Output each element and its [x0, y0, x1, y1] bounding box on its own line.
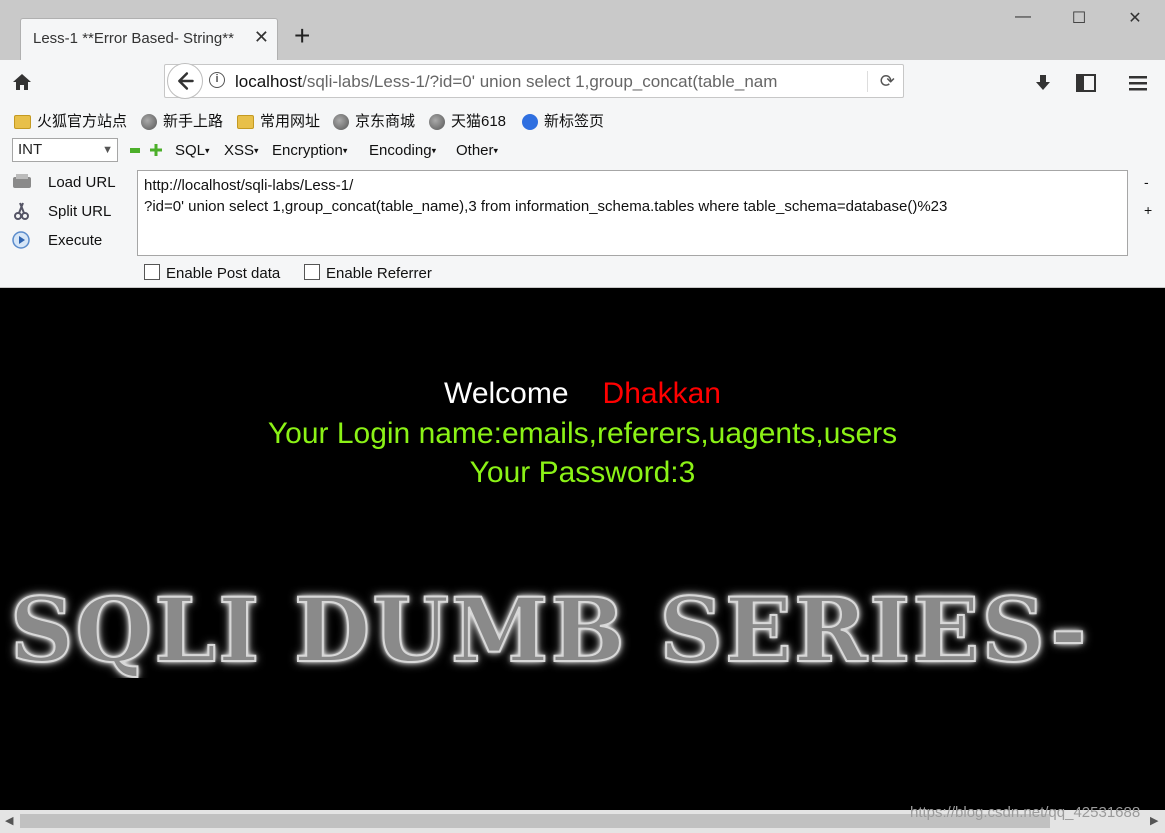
folder-icon [14, 115, 31, 130]
menu-other[interactable]: Other▾ [456, 142, 498, 159]
scissors-icon [14, 202, 29, 220]
enable-post-checkbox[interactable]: Enable Post data [144, 264, 280, 282]
navigation-bar: i localhost/sqli-labs/Less-1/?id=0' unio… [0, 60, 1165, 104]
password-result: Your Password:3 [469, 456, 696, 489]
increase-icon[interactable] [150, 144, 162, 156]
bookmark-firefox-official[interactable]: 火狐官方站点 [14, 110, 127, 131]
scroll-right-icon[interactable]: ▶ [1150, 814, 1158, 827]
shrink-textarea-button[interactable]: - [1144, 174, 1149, 190]
checkbox-box [144, 264, 160, 280]
bookmark-tmall[interactable]: 天猫618 [429, 110, 506, 131]
bookmark-jd[interactable]: 京东商城 [333, 110, 415, 131]
login-name-result: Your Login name:emails,referers,uagents,… [267, 417, 898, 450]
hackbar-panel: INT ▼ SQL▾ XSS▾ Encryption▾ Encoding▾ Oth… [0, 136, 1165, 288]
globe-icon [141, 114, 157, 131]
decrease-icon[interactable] [130, 148, 140, 153]
globe-icon [429, 114, 445, 131]
paw-icon [522, 114, 538, 131]
type-select[interactable]: INT ▼ [12, 138, 118, 162]
url-host: localhost [235, 72, 303, 91]
enable-referrer-checkbox[interactable]: Enable Referrer [304, 264, 432, 282]
download-icon[interactable] [1032, 72, 1054, 94]
banner-logo: SQLI DUMB SERIES- [0, 578, 1165, 678]
home-icon[interactable] [12, 72, 32, 92]
menu-encoding[interactable]: Encoding▾ [369, 142, 436, 159]
active-tab[interactable]: Less-1 **Error Based- String** ✕ [20, 18, 278, 60]
query-textarea[interactable]: http://localhost/sqli-labs/Less-1/ ?id=0… [137, 170, 1128, 256]
maximize-button[interactable]: ☐ [1064, 8, 1094, 32]
new-tab-button[interactable]: + [294, 22, 310, 50]
menu-sql[interactable]: SQL▾ [175, 142, 210, 159]
minimize-button[interactable]: — [1008, 8, 1038, 32]
scroll-left-icon[interactable]: ◀ [5, 814, 13, 827]
info-icon[interactable]: i [209, 72, 225, 88]
checkbox-box [304, 264, 320, 280]
user-name: Dhakkan [602, 377, 721, 410]
sidebar-icon[interactable] [1075, 72, 1097, 94]
menu-encryption[interactable]: Encryption▾ [272, 142, 347, 159]
play-icon [12, 231, 30, 249]
bookmark-getting-started[interactable]: 新手上路 [141, 110, 223, 131]
globe-icon [333, 114, 349, 131]
menu-xss[interactable]: XSS▾ [224, 142, 259, 159]
bookmark-common-sites[interactable]: 常用网址 [237, 110, 320, 131]
bookmarks-bar: 火狐官方站点 新手上路 常用网址 京东商城 天猫618 新标签页 [0, 104, 1165, 136]
window-close-button[interactable]: ✕ [1120, 8, 1150, 32]
banner-text: SQLI DUMB SERIES- [9, 578, 1089, 678]
scrollbar-thumb[interactable] [20, 814, 1050, 828]
expand-textarea-button[interactable]: + [1144, 202, 1152, 218]
chevron-down-icon: ▼ [102, 144, 113, 156]
reload-icon[interactable]: ⟳ [866, 71, 895, 92]
load-url-icon [13, 174, 31, 188]
back-arrow-icon[interactable] [167, 63, 203, 99]
tab-close-icon[interactable]: ✕ [254, 27, 269, 48]
address-bar[interactable]: i localhost/sqli-labs/Less-1/?id=0' unio… [164, 63, 904, 99]
welcome-text: Welcome [444, 377, 569, 410]
menu-icon[interactable] [1127, 72, 1149, 94]
title-bar: Less-1 **Error Based- String** ✕ + — ☐ ✕ [0, 0, 1165, 60]
url-path: /sqli-labs/Less-1/?id=0' union select 1,… [302, 72, 778, 91]
folder-icon [237, 115, 254, 130]
watermark: https://blog.csdn.net/qq_42531688 [910, 804, 1141, 821]
bookmark-new-tab[interactable]: 新标签页 [522, 110, 604, 131]
tab-title: Less-1 **Error Based- String** [33, 30, 234, 47]
page-content: Welcome Dhakkan Your Login name:emails,re… [0, 288, 1165, 810]
welcome-line: Welcome Dhakkan [0, 377, 1165, 411]
url-text[interactable]: localhost/sqli-labs/Less-1/?id=0' union … [235, 72, 833, 92]
